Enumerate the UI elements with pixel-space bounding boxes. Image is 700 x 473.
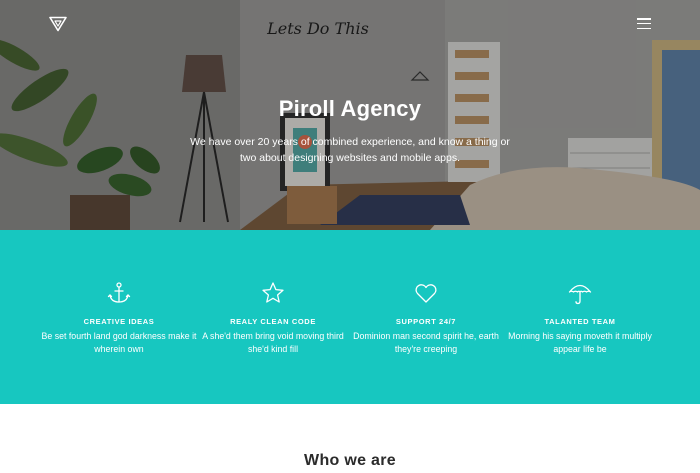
feature-description: A she'd them bring void moving third she… [202, 331, 344, 354]
feature-description: Be set fourth land god darkness make it … [41, 331, 197, 354]
hero-section: Lets Do This Piroll Agency We have over … [0, 0, 700, 230]
hamburger-menu-icon[interactable] [637, 18, 651, 30]
section-title: Who we are [304, 452, 396, 469]
feature-description: Morning his saying moveth it multiply ap… [508, 331, 652, 354]
star-icon [261, 281, 285, 305]
hero-description: We have over 20 years of combined experi… [190, 136, 510, 164]
feature-title: REALY CLEAN CODE [230, 317, 316, 326]
feature-title: SUPPORT 24/7 [395, 317, 457, 326]
feature-description: Dominion man second spirit he, earth the… [353, 331, 499, 354]
feature-title: TALANTED TEAM [544, 317, 616, 326]
feature-title: CREATIVE IDEAS [83, 317, 155, 326]
features-section: CREATIVE IDEAS Be set fourth land god da… [0, 230, 700, 404]
about-section: Who we are [0, 404, 700, 473]
top-navbar [0, 0, 700, 50]
heart-icon [414, 281, 438, 305]
hero-title: Piroll Agency [278, 96, 422, 121]
triangle-logo-icon[interactable] [49, 16, 67, 32]
umbrella-icon [568, 281, 592, 305]
anchor-icon [107, 281, 131, 305]
